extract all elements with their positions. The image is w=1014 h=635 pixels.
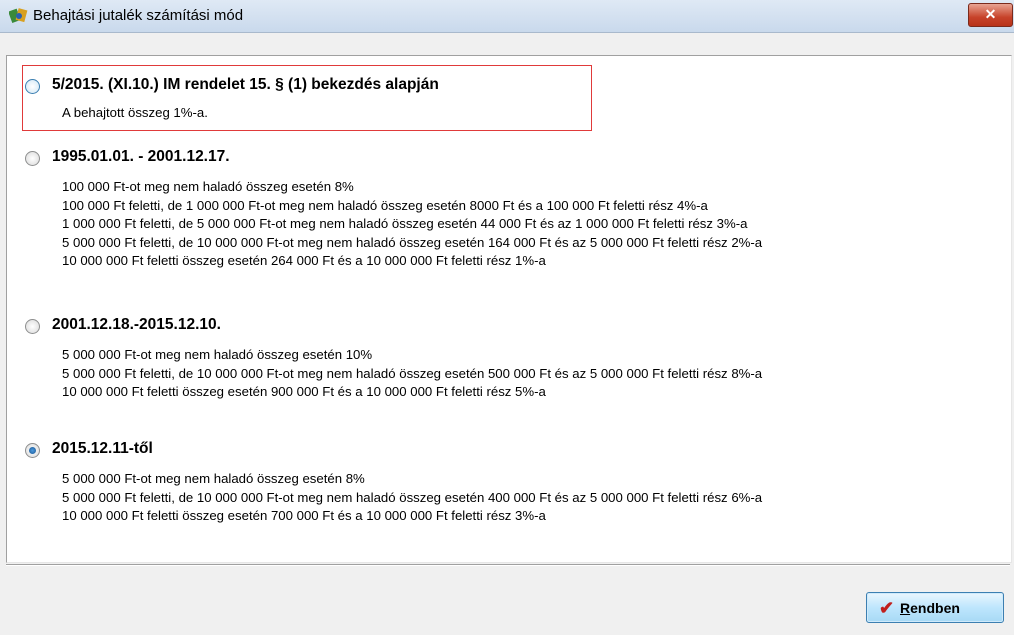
description-line: 10 000 000 Ft feletti összeg esetén 264 … [62, 253, 546, 268]
option-description: A behajtott összeg 1%-a. [62, 104, 208, 123]
option-title: 2015.12.11-től [52, 440, 153, 457]
options-panel: 5/2015. (XI.10.) IM rendelet 15. § (1) b… [6, 55, 1012, 563]
description-line: 5 000 000 Ft feletti, de 10 000 000 Ft-o… [62, 365, 763, 381]
description-line: 100 000 Ft feletti, de 1 000 000 Ft-ot m… [62, 197, 708, 213]
radio-button[interactable] [25, 319, 40, 334]
description-line: 1 000 000 Ft feletti, de 5 000 000 Ft-ot… [62, 216, 748, 231]
option-title: 2001.12.18.-2015.12.10. [52, 316, 221, 333]
description-line: 10 000 000 Ft feletti összeg esetén 700 … [62, 508, 546, 523]
description-line: 10 000 000 Ft feletti összeg esetén 900 … [62, 384, 546, 399]
description-line: 5 000 000 Ft-ot meg nem haladó összeg es… [62, 347, 373, 362]
description-line: A behajtott összeg 1%-a. [62, 105, 208, 120]
footer-separator [6, 564, 1010, 566]
window-title: Behajtási jutalék számítási mód [33, 7, 244, 24]
option-title: 1995.01.01. - 2001.12.17. [52, 148, 230, 165]
radio-button[interactable] [25, 443, 40, 458]
close-button[interactable]: ✕ [968, 3, 1013, 27]
description-line: 100 000 Ft-ot meg nem haladó összeg eset… [62, 179, 354, 194]
option-description: 100 000 Ft-ot meg nem haladó összeg eset… [62, 178, 762, 271]
radio-button[interactable] [25, 151, 40, 166]
radio-button[interactable] [25, 79, 40, 94]
option-description: 5 000 000 Ft-ot meg nem haladó összeg es… [62, 346, 762, 402]
app-icon [9, 8, 28, 24]
checkmark-icon: ✔ [879, 598, 895, 618]
option-description: 5 000 000 Ft-ot meg nem haladó összeg es… [62, 470, 762, 526]
ok-button-label: Rendben [900, 600, 960, 616]
option-title: 5/2015. (XI.10.) IM rendelet 15. § (1) b… [52, 76, 439, 93]
ok-button[interactable]: ✔ Rendben [866, 592, 1004, 623]
description-line: 5 000 000 Ft feletti, de 10 000 000 Ft-o… [62, 234, 763, 250]
description-line: 5 000 000 Ft-ot meg nem haladó összeg es… [62, 471, 365, 486]
description-line: 5 000 000 Ft feletti, de 10 000 000 Ft-o… [62, 489, 763, 505]
close-icon: ✕ [984, 6, 997, 22]
title-bar: Behajtási jutalék számítási mód ✕ [0, 0, 1014, 33]
